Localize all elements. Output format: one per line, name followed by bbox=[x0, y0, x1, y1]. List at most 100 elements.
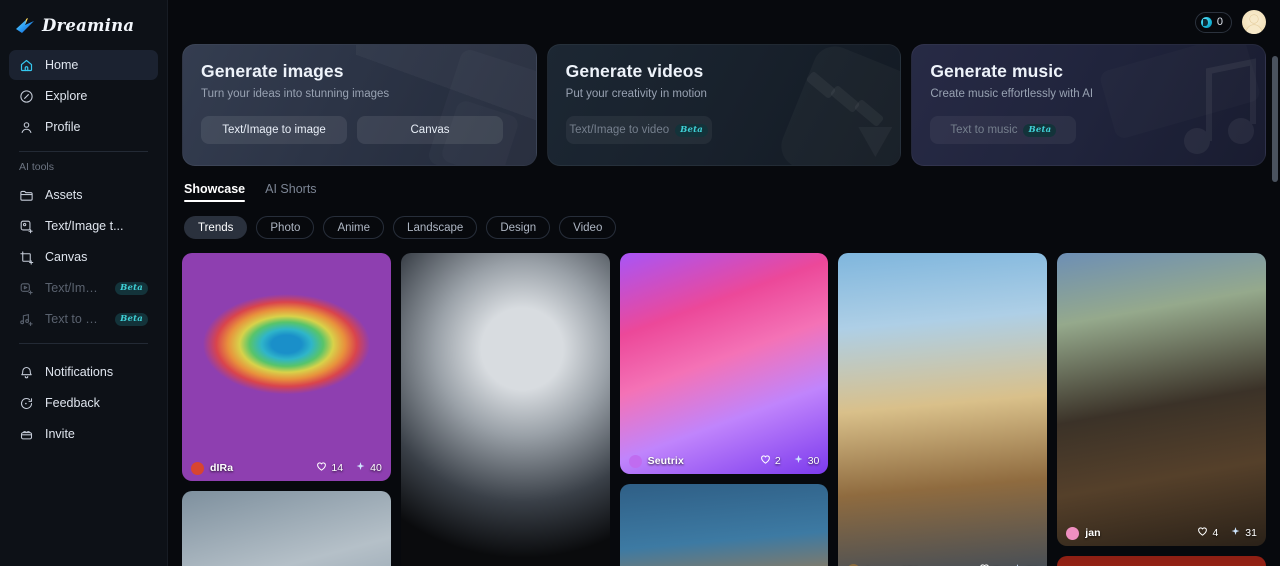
chip-trends[interactable]: Trends bbox=[184, 216, 248, 239]
creator-name[interactable]: Seutrix bbox=[648, 455, 684, 467]
star-stat[interactable]: 30 bbox=[793, 454, 820, 468]
sidebar-item-label: Text/Image t... bbox=[45, 281, 105, 295]
star-count: 30 bbox=[807, 455, 820, 467]
credits-count: 0 bbox=[1216, 16, 1223, 28]
text-to-music-button[interactable]: Text to music Beta bbox=[930, 116, 1077, 144]
gallery-card[interactable]: Lemon651770 bbox=[838, 253, 1048, 566]
creator-name[interactable]: jan bbox=[1085, 527, 1100, 539]
video-plus-icon bbox=[19, 281, 34, 296]
sidebar-item-label: Explore bbox=[45, 89, 88, 103]
credit-coin-icon bbox=[1200, 16, 1212, 28]
showcase-gallery: dIRa 14 40 Seutrix 2 30 Lemon651770 jan 4 31 bbox=[182, 253, 1266, 566]
folder-icon bbox=[19, 188, 34, 203]
scrollbar-thumb[interactable] bbox=[1272, 56, 1278, 182]
beta-badge: Beta bbox=[115, 312, 148, 326]
chip-label: Photo bbox=[270, 221, 301, 234]
chip-landscape[interactable]: Landscape bbox=[393, 216, 478, 239]
canvas-icon bbox=[19, 250, 34, 265]
like-stat[interactable]: 4 bbox=[1197, 526, 1218, 540]
gallery-card[interactable] bbox=[400, 253, 610, 566]
content-tabs: Showcase AI Shorts bbox=[182, 182, 1266, 202]
hero-title: Generate music bbox=[930, 61, 1064, 81]
topbar: 0 bbox=[168, 0, 1280, 44]
page-content: Generate images Turn your ideas into stu… bbox=[168, 44, 1280, 566]
star-stat[interactable]: 40 bbox=[355, 461, 382, 475]
hero-subtitle: Create music effortlessly with AI bbox=[930, 88, 1094, 100]
home-icon bbox=[19, 58, 34, 73]
hero-subtitle: Turn your ideas into stunning images bbox=[201, 88, 390, 100]
gallery-card[interactable] bbox=[619, 484, 829, 566]
sidebar-item-label: Feedback bbox=[45, 396, 100, 410]
sidebar-item-text-image-to-video[interactable]: Text/Image t... Beta bbox=[9, 273, 158, 303]
gallery-column: Lemon651770 bbox=[838, 253, 1048, 566]
tab-showcase[interactable]: Showcase bbox=[184, 182, 246, 202]
canvas-button[interactable]: Canvas bbox=[357, 116, 503, 144]
card-meta: Lemon651770 bbox=[838, 557, 1047, 566]
brand-logo[interactable]: Dreamina bbox=[9, 0, 158, 50]
like-count: 2 bbox=[774, 455, 781, 467]
sidebar-item-home[interactable]: Home bbox=[9, 50, 158, 80]
chip-video[interactable]: Video bbox=[559, 216, 617, 239]
sidebar-item-invite[interactable]: Invite bbox=[9, 419, 158, 449]
gift-icon bbox=[19, 427, 34, 442]
tab-ai-shorts[interactable]: AI Shorts bbox=[265, 182, 316, 202]
like-stat[interactable]: 14 bbox=[316, 461, 343, 475]
hero-buttons: Text/Image to video Beta bbox=[565, 116, 883, 144]
sidebar-item-text-to-music[interactable]: Text to music Beta bbox=[9, 304, 158, 334]
creator-name[interactable]: dIRa bbox=[210, 462, 233, 474]
chip-photo[interactable]: Photo bbox=[256, 216, 315, 239]
heart-icon bbox=[760, 454, 771, 468]
app-root: Dreamina Home Explore Profile AI tools A… bbox=[0, 0, 1280, 566]
chip-anime[interactable]: Anime bbox=[323, 216, 385, 239]
heart-icon bbox=[1197, 526, 1208, 540]
gallery-card[interactable]: Seutrix 2 30 bbox=[619, 253, 829, 474]
page-scrollbar[interactable] bbox=[1272, 0, 1278, 566]
chip-label: Video bbox=[573, 221, 603, 234]
gallery-card[interactable] bbox=[1057, 556, 1266, 566]
star-count: 40 bbox=[370, 462, 382, 474]
button-label: Text to music bbox=[950, 124, 1018, 136]
card-stats: 14 40 bbox=[316, 461, 382, 475]
sidebar-item-explore[interactable]: Explore bbox=[9, 81, 158, 111]
star-stat[interactable]: 31 bbox=[1230, 526, 1257, 540]
sidebar-item-label: Home bbox=[45, 58, 79, 72]
sidebar-item-text-image-to-image[interactable]: Text/Image t... bbox=[9, 211, 158, 241]
gallery-card[interactable]: dIRa 14 40 bbox=[182, 253, 391, 481]
star-count: 31 bbox=[1245, 527, 1257, 539]
user-avatar[interactable] bbox=[1242, 10, 1266, 34]
chip-label: Landscape bbox=[407, 221, 464, 234]
bell-icon bbox=[19, 365, 34, 380]
card-stats: 2 30 bbox=[760, 454, 820, 468]
chip-design[interactable]: Design bbox=[486, 216, 551, 239]
hero-card-generate-music: Generate music Create music effortlessly… bbox=[911, 44, 1267, 166]
chat-icon bbox=[19, 396, 34, 411]
text-image-to-image-button[interactable]: Text/Image to image bbox=[201, 116, 347, 144]
like-stat[interactable]: 2 bbox=[760, 454, 781, 468]
hero-title: Generate videos bbox=[565, 61, 704, 81]
sidebar-item-label: Profile bbox=[45, 120, 81, 134]
tab-label: AI Shorts bbox=[265, 182, 317, 196]
sidebar-item-canvas[interactable]: Canvas bbox=[9, 242, 158, 272]
sidebar-item-feedback[interactable]: Feedback bbox=[9, 388, 158, 418]
card-meta: dIRa 14 40 bbox=[182, 455, 391, 481]
sidebar-item-assets[interactable]: Assets bbox=[9, 180, 158, 210]
sidebar-item-label: Invite bbox=[45, 427, 75, 441]
creator-avatar[interactable] bbox=[191, 461, 204, 475]
gallery-card[interactable]: jan 4 31 bbox=[1057, 253, 1266, 546]
credits-badge[interactable]: 0 bbox=[1194, 11, 1232, 33]
text-image-to-video-button[interactable]: Text/Image to video Beta bbox=[565, 116, 712, 144]
hero-buttons: Text to music Beta bbox=[930, 116, 1247, 144]
gallery-card[interactable] bbox=[182, 491, 391, 566]
sparkle-icon bbox=[1230, 526, 1241, 540]
sidebar-item-label: Assets bbox=[45, 188, 83, 202]
sidebar-item-profile[interactable]: Profile bbox=[9, 112, 158, 142]
sidebar-item-notifications[interactable]: Notifications bbox=[9, 357, 158, 387]
creator-avatar[interactable] bbox=[1066, 526, 1080, 540]
gallery-column bbox=[400, 253, 610, 566]
sidebar: Dreamina Home Explore Profile AI tools A… bbox=[0, 0, 168, 566]
hero-card-generate-videos: Generate videos Put your creativity in m… bbox=[546, 44, 902, 166]
creator-avatar[interactable] bbox=[628, 454, 642, 468]
button-label: Text/Image to image bbox=[222, 124, 326, 136]
hero-buttons: Text/Image to image Canvas bbox=[201, 116, 518, 144]
tab-label: Showcase bbox=[184, 182, 246, 196]
